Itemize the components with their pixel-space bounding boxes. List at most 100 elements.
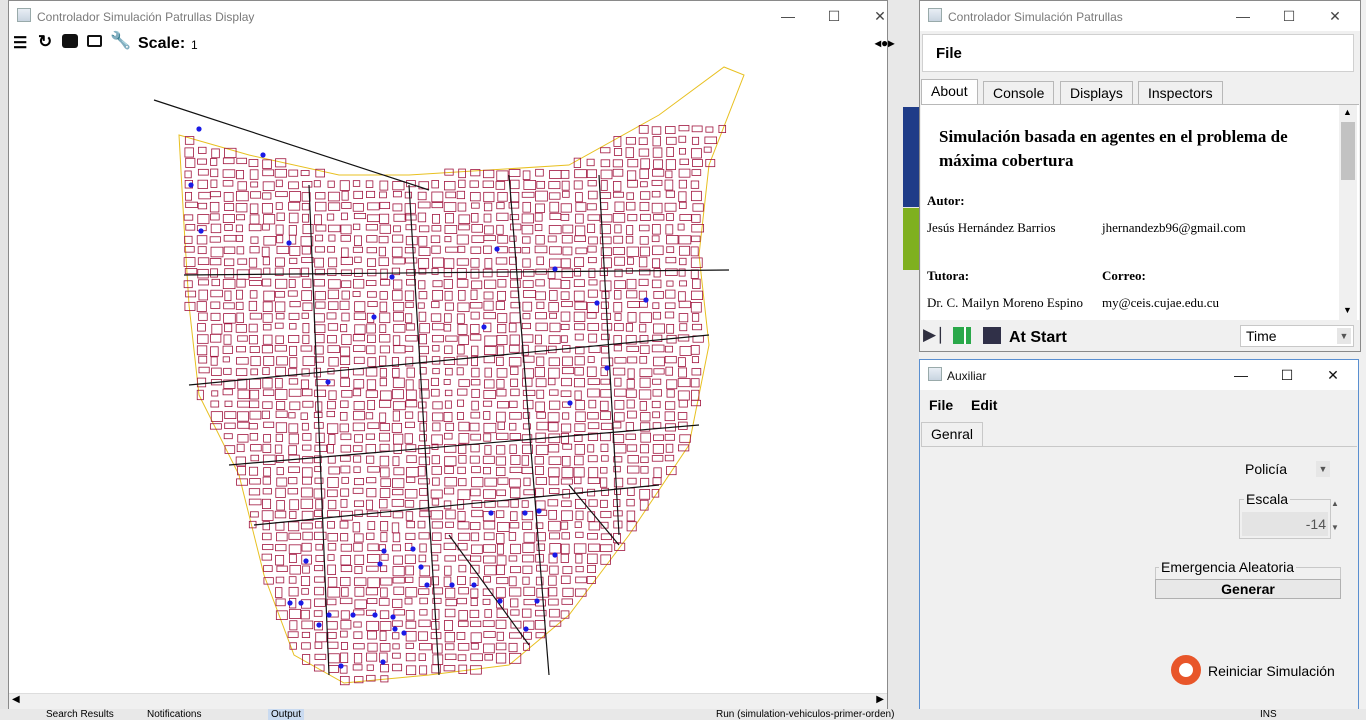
city-block — [392, 410, 400, 422]
city-block — [522, 280, 534, 288]
pause-icon[interactable] — [953, 327, 971, 344]
maximize-button[interactable]: ☐ — [811, 1, 857, 31]
city-block — [432, 213, 440, 224]
city-block — [508, 532, 517, 541]
camera-movie-icon[interactable] — [62, 34, 78, 48]
city-block — [301, 368, 310, 377]
city-block — [509, 214, 520, 221]
city-block — [497, 401, 510, 409]
city-block — [470, 642, 479, 650]
minimize-button[interactable]: — — [1218, 360, 1264, 390]
map-canvas[interactable] — [9, 55, 887, 693]
reset-button[interactable]: Reiniciar Simulación — [1169, 653, 1339, 689]
city-block — [445, 335, 458, 342]
city-block — [664, 302, 676, 309]
city-block — [534, 487, 544, 497]
city-block — [341, 247, 349, 258]
minimize-button[interactable]: — — [765, 1, 811, 31]
notifications-tab[interactable]: Notifications — [147, 709, 201, 720]
city-block — [341, 587, 349, 597]
stop-icon[interactable] — [983, 327, 1001, 344]
city-block — [341, 476, 349, 484]
tab-inspectors[interactable]: Inspectors — [1138, 81, 1223, 104]
city-block — [405, 652, 416, 662]
city-block — [248, 323, 258, 333]
vertical-scrollbar[interactable]: ▲ ▼ — [1339, 105, 1357, 320]
city-block — [497, 279, 507, 288]
spinner-down-icon[interactable]: ▼ — [1331, 523, 1339, 532]
city-block — [313, 488, 326, 499]
city-block — [497, 477, 509, 485]
maximize-button[interactable]: ☐ — [1266, 1, 1312, 31]
city-block — [211, 278, 220, 287]
city-block — [509, 632, 522, 639]
scale-value[interactable]: 1 — [191, 38, 198, 52]
city-block — [627, 257, 634, 265]
wrench-icon[interactable]: 🔧 — [110, 31, 131, 51]
city-block — [354, 509, 363, 517]
close-button[interactable]: ✕ — [1310, 360, 1356, 390]
city-block — [443, 379, 451, 385]
city-block — [365, 444, 376, 454]
camera-icon[interactable] — [87, 35, 102, 47]
scroll-up-icon[interactable]: ▲ — [1343, 107, 1352, 117]
horizontal-scrollbar[interactable]: ◀ ▶ — [9, 693, 887, 709]
maximize-button[interactable]: ☐ — [1264, 360, 1310, 390]
menu-file[interactable]: File — [936, 45, 962, 62]
city-block — [352, 445, 363, 452]
city-block — [456, 279, 469, 288]
menu-file[interactable]: File — [929, 397, 953, 413]
tab-displays[interactable]: Displays — [1060, 81, 1133, 104]
list-icon[interactable]: ☰ — [13, 33, 27, 53]
city-block — [249, 433, 259, 441]
city-block — [536, 180, 546, 189]
city-block — [665, 159, 676, 171]
spinner-up-icon[interactable]: ▲ — [1331, 499, 1339, 508]
city-block — [574, 356, 585, 366]
scale-spinner[interactable]: -14 — [1242, 512, 1328, 536]
agent-marker — [196, 126, 202, 132]
tab-about[interactable]: About — [921, 79, 978, 104]
generate-button[interactable]: Generar — [1155, 579, 1341, 599]
city-block — [302, 388, 313, 397]
scroll-left-icon[interactable]: ◀ — [12, 694, 20, 705]
city-block — [678, 313, 689, 323]
city-block — [666, 235, 679, 245]
city-block — [419, 334, 427, 345]
city-block — [638, 137, 648, 146]
scroll-right-icon[interactable]: ▶ — [876, 694, 884, 705]
close-button[interactable]: ✕ — [857, 1, 903, 31]
city-block — [391, 522, 400, 534]
search-results-tab[interactable]: Search Results — [46, 709, 114, 720]
output-tab[interactable]: Output — [268, 709, 305, 720]
city-block — [210, 289, 223, 298]
minimize-button[interactable]: — — [1220, 1, 1266, 31]
city-block — [600, 422, 613, 430]
display-window: Controlador Simulación Patrullas Display… — [8, 0, 894, 709]
close-button[interactable]: ✕ — [1312, 1, 1358, 31]
city-block — [456, 367, 464, 376]
city-block — [535, 235, 545, 245]
scroll-thumb[interactable] — [1341, 122, 1355, 180]
scroll-down-icon[interactable]: ▼ — [1343, 305, 1352, 315]
city-block — [445, 521, 454, 528]
city-block — [263, 434, 271, 443]
chevron-down-icon[interactable]: ▼ — [1337, 328, 1351, 344]
chevron-down-icon[interactable]: ▼ — [1316, 461, 1330, 477]
refresh-icon[interactable]: ↻ — [38, 32, 52, 52]
tab-genral[interactable]: Genral — [921, 422, 984, 447]
play-icon[interactable]: ▶∣ — [923, 325, 945, 345]
city-block — [625, 433, 636, 440]
city-block — [197, 323, 206, 332]
city-block — [392, 511, 404, 519]
agent-combo[interactable]: Policía ▼ — [1239, 458, 1333, 480]
time-combo[interactable]: Time ▼ — [1240, 325, 1354, 347]
city-block — [535, 632, 546, 639]
city-block — [314, 586, 325, 596]
menu-edit[interactable]: Edit — [971, 397, 997, 413]
options-arrows-icon[interactable]: ◂●▸ — [875, 36, 894, 50]
city-block — [626, 379, 635, 389]
status-label: At Start — [1009, 329, 1067, 346]
city-block — [509, 235, 517, 242]
tab-console[interactable]: Console — [983, 81, 1055, 104]
